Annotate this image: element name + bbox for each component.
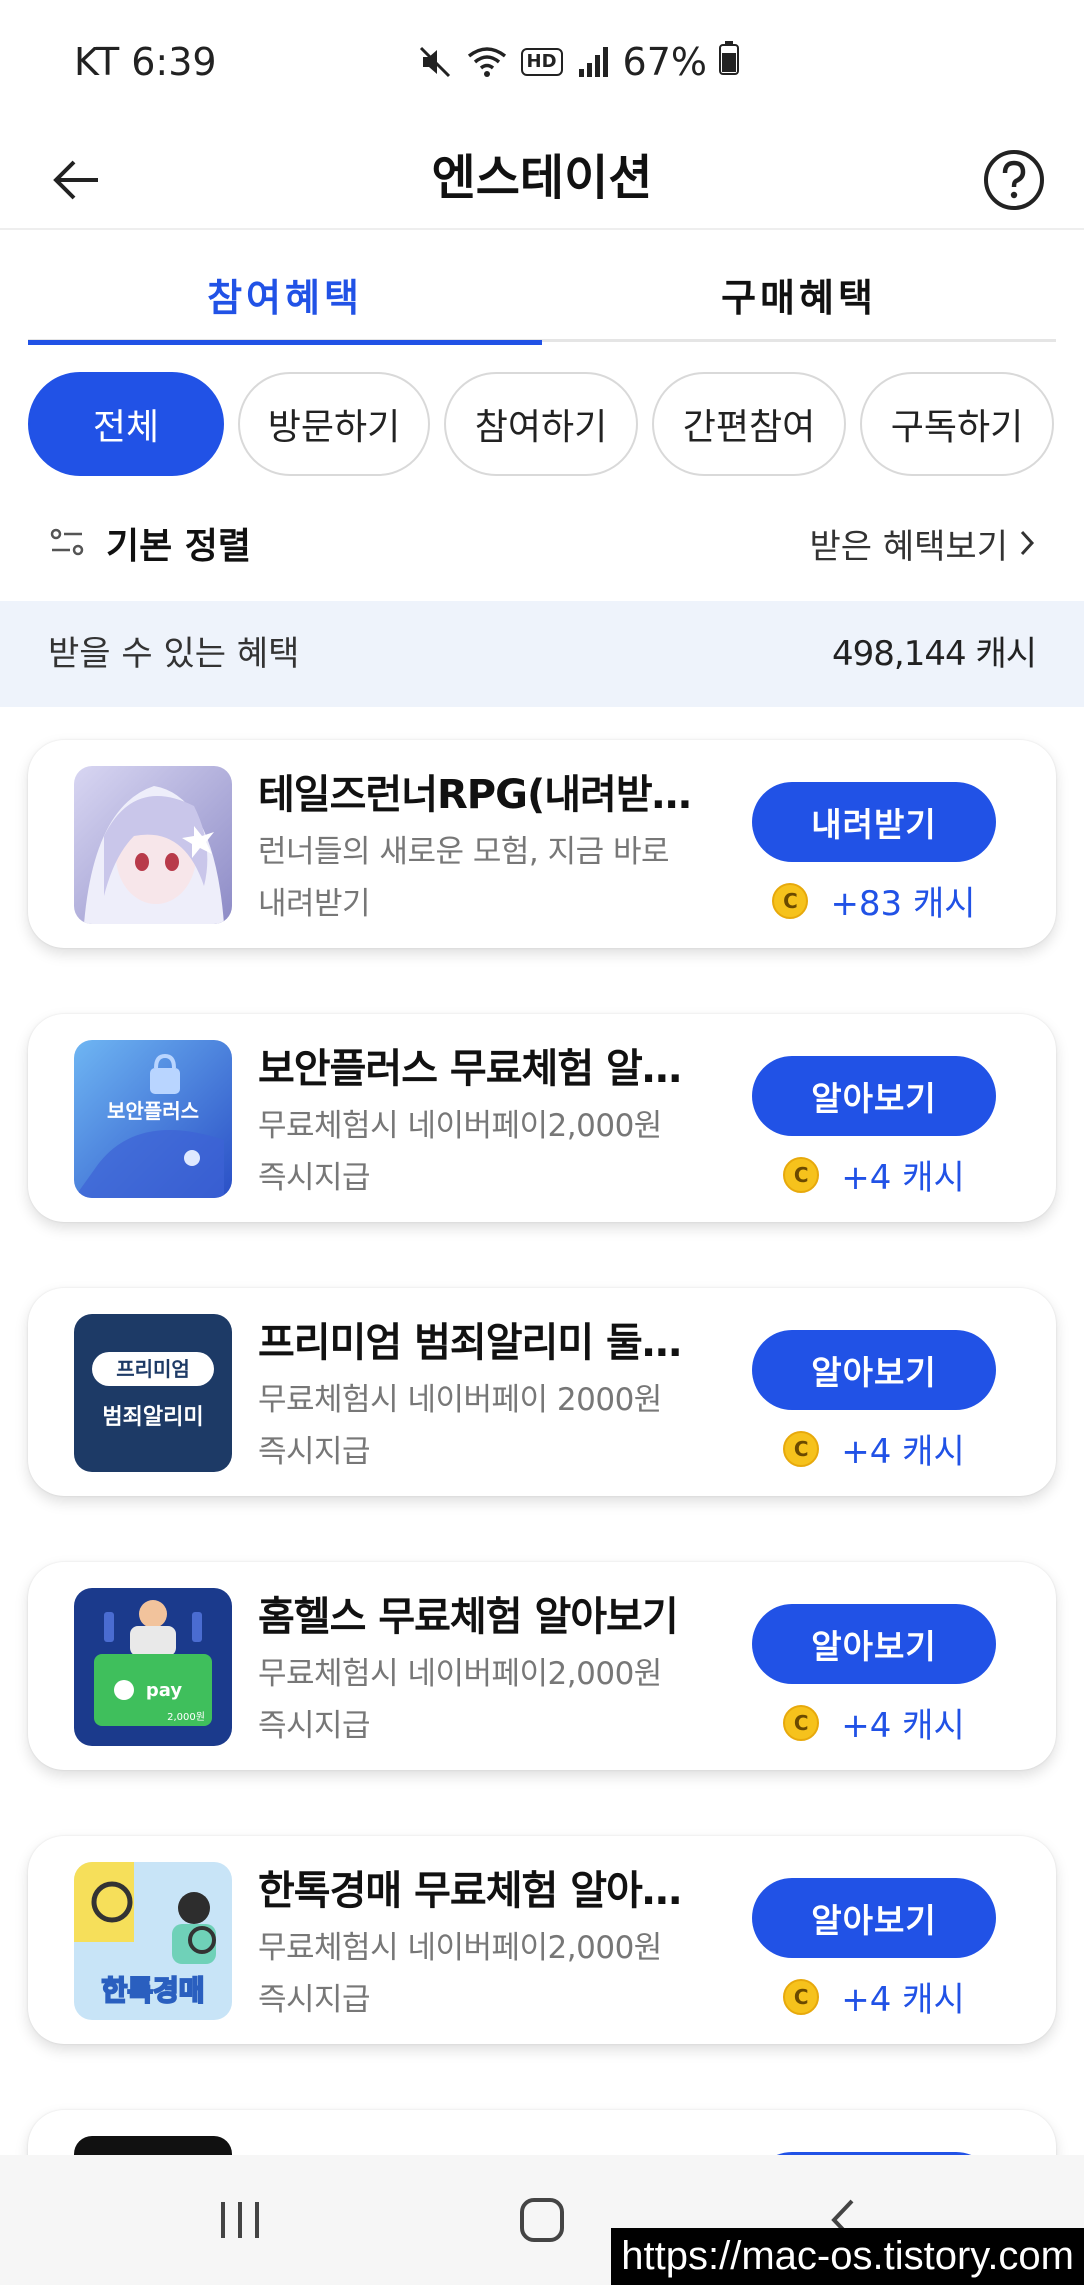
offer-reward-amount: +4 캐시 bbox=[841, 1432, 965, 1472]
cash-coin-icon: C bbox=[783, 1978, 820, 2015]
benefit-summary-label: 받을 수 있는 혜택 bbox=[48, 634, 300, 674]
filter-chips: 전체 방문하기 참여하기 간편참여 구독하기 bbox=[28, 372, 1068, 476]
offer-reward-amount: +4 캐시 bbox=[841, 1706, 965, 1746]
offer-title: 보안플러스 무료체험 알아보기 bbox=[258, 1046, 698, 1092]
status-bar: KT 6:39 HD 67% bbox=[0, 0, 1084, 130]
offer-reward-amount: +83 캐시 bbox=[830, 884, 976, 924]
thumbnail-text: pay bbox=[146, 1680, 182, 1701]
thumbnail-text: 한톡경매 bbox=[101, 1974, 204, 2007]
offer-reward: C +4 캐시 bbox=[752, 1424, 996, 1473]
hd-icon: HD bbox=[520, 48, 563, 76]
offer-title: 테일즈런너RPG(내려받기) bbox=[258, 772, 698, 818]
offer-card[interactable]: 테일즈런너RPG(내려받기) 런너들의 새로운 모험, 지금 바로 내려받기 내… bbox=[28, 740, 1056, 948]
offer-reward-amount: +4 캐시 bbox=[841, 1158, 965, 1198]
recent-apps-button[interactable] bbox=[140, 2155, 340, 2285]
offer-reward: C +4 캐시 bbox=[752, 1698, 996, 1747]
watermark-text: https://mac-os.tistory.com bbox=[611, 2228, 1084, 2285]
sort-bar: 기본 정렬 받은 혜택보기 bbox=[48, 508, 1038, 578]
chevron-right-icon bbox=[1020, 530, 1035, 556]
view-received-benefits-label: 받은 혜택보기 bbox=[809, 526, 1009, 567]
page-title: 엔스테이션 bbox=[431, 150, 653, 206]
offer-thumbnail: 프리미엄 범죄알리미 bbox=[74, 1314, 232, 1472]
learn-more-button[interactable]: 알아보기 bbox=[752, 1056, 996, 1136]
home-icon bbox=[520, 2198, 564, 2242]
signal-icon bbox=[577, 45, 611, 79]
offer-description: 무료체험시 네이버페이2,000원 즉시지급 bbox=[258, 1656, 662, 1744]
chip-participate[interactable]: 참여하기 bbox=[444, 372, 638, 476]
mute-icon bbox=[417, 44, 453, 80]
learn-more-button[interactable]: 알아보기 bbox=[752, 1330, 996, 1410]
offer-thumbnail bbox=[74, 766, 232, 924]
app-bar: 엔스테이션 bbox=[0, 130, 1084, 230]
benefit-summary-amount: 498,144 캐시 bbox=[832, 634, 1037, 674]
view-received-benefits-link[interactable]: 받은 혜택보기 bbox=[810, 508, 1039, 578]
offer-reward: C +83 캐시 bbox=[752, 876, 996, 925]
thumbnail-text: 프리미엄 bbox=[116, 1357, 190, 1381]
status-icons-group: HD 67% bbox=[417, 40, 739, 84]
chip-easy-participate[interactable]: 간편참여 bbox=[652, 372, 846, 476]
sort-button[interactable]: 기본 정렬 bbox=[48, 508, 251, 578]
offer-card[interactable]: pay 2,000원 홈헬스 무료체험 알아보기 무료체험시 네이버페이2,00… bbox=[28, 1562, 1056, 1770]
offer-reward: C +4 캐시 bbox=[752, 1972, 996, 2021]
thumbnail-text-2: 범죄알리미 bbox=[102, 1405, 203, 1430]
offer-thumbnail: pay 2,000원 bbox=[74, 1588, 232, 1746]
cash-coin-icon: C bbox=[783, 1430, 820, 1467]
download-button[interactable]: 내려받기 bbox=[752, 782, 996, 862]
offer-title: 홈헬스 무료체험 알아보기 bbox=[258, 1594, 679, 1640]
status-carrier-time: KT 6:39 bbox=[74, 40, 217, 84]
sort-label: 기본 정렬 bbox=[106, 526, 252, 567]
offer-description: 무료체험시 네이버페이2,000원 즉시지급 bbox=[258, 1930, 662, 2018]
chip-visit[interactable]: 방문하기 bbox=[238, 372, 430, 476]
benefit-summary: 받을 수 있는 혜택 498,144 캐시 bbox=[0, 601, 1084, 707]
learn-more-button[interactable]: 알아보기 bbox=[752, 1604, 996, 1684]
wifi-icon bbox=[467, 44, 507, 80]
benefit-tabs: 참여혜택 구매혜택 bbox=[28, 246, 1056, 345]
offer-thumbnail: 보안플러스 bbox=[74, 1040, 232, 1198]
offer-card[interactable]: 프리미엄 범죄알리미 프리미엄 범죄알리미 둘러보기 무료체험시 네이버페이 2… bbox=[28, 1288, 1056, 1496]
chip-subscribe[interactable]: 구독하기 bbox=[860, 372, 1054, 476]
offer-description: 런너들의 새로운 모험, 지금 바로 내려받기 bbox=[258, 834, 670, 922]
battery-percent: 67% bbox=[622, 40, 707, 84]
tab-participation[interactable]: 참여혜택 bbox=[28, 246, 542, 345]
cash-coin-icon: C bbox=[783, 1156, 820, 1193]
system-navigation-bar: https://mac-os.tistory.com bbox=[0, 2155, 1084, 2285]
offer-reward-amount: +4 캐시 bbox=[841, 1980, 965, 2020]
offer-title: 한톡경매 무료체험 알아보기 bbox=[258, 1868, 698, 1914]
tab-purchase[interactable]: 구매혜택 bbox=[542, 246, 1056, 342]
thumbnail-text-2: 2,000원 bbox=[167, 1711, 205, 1723]
learn-more-button[interactable]: 알아보기 bbox=[752, 1878, 996, 1958]
offer-card[interactable]: 한톡경매 한톡경매 무료체험 알아보기 무료체험시 네이버페이2,000원 즉시… bbox=[28, 1836, 1056, 2044]
offer-thumbnail: 한톡경매 bbox=[74, 1862, 232, 2020]
offer-description: 무료체험시 네이버페이 2000원 즉시지급 bbox=[258, 1382, 662, 1470]
thumbnail-text: 보안플러스 bbox=[107, 1099, 199, 1123]
chip-all[interactable]: 전체 bbox=[28, 372, 224, 476]
sort-filter-icon bbox=[50, 528, 84, 556]
recent-apps-icon bbox=[221, 2202, 259, 2238]
cash-coin-icon: C bbox=[772, 882, 809, 919]
help-button[interactable] bbox=[974, 140, 1054, 220]
offer-title: 프리미엄 범죄알리미 둘러보기 bbox=[258, 1320, 698, 1366]
offer-card[interactable]: 보안플러스 보안플러스 무료체험 알아보기 무료체험시 네이버페이2,000원 … bbox=[28, 1014, 1056, 1222]
question-circle-icon bbox=[984, 150, 1044, 210]
cash-coin-icon: C bbox=[783, 1704, 820, 1741]
offer-description: 무료체험시 네이버페이2,000원 즉시지급 bbox=[258, 1108, 662, 1196]
offer-reward: C +4 캐시 bbox=[752, 1150, 996, 1199]
battery-icon bbox=[719, 40, 739, 84]
